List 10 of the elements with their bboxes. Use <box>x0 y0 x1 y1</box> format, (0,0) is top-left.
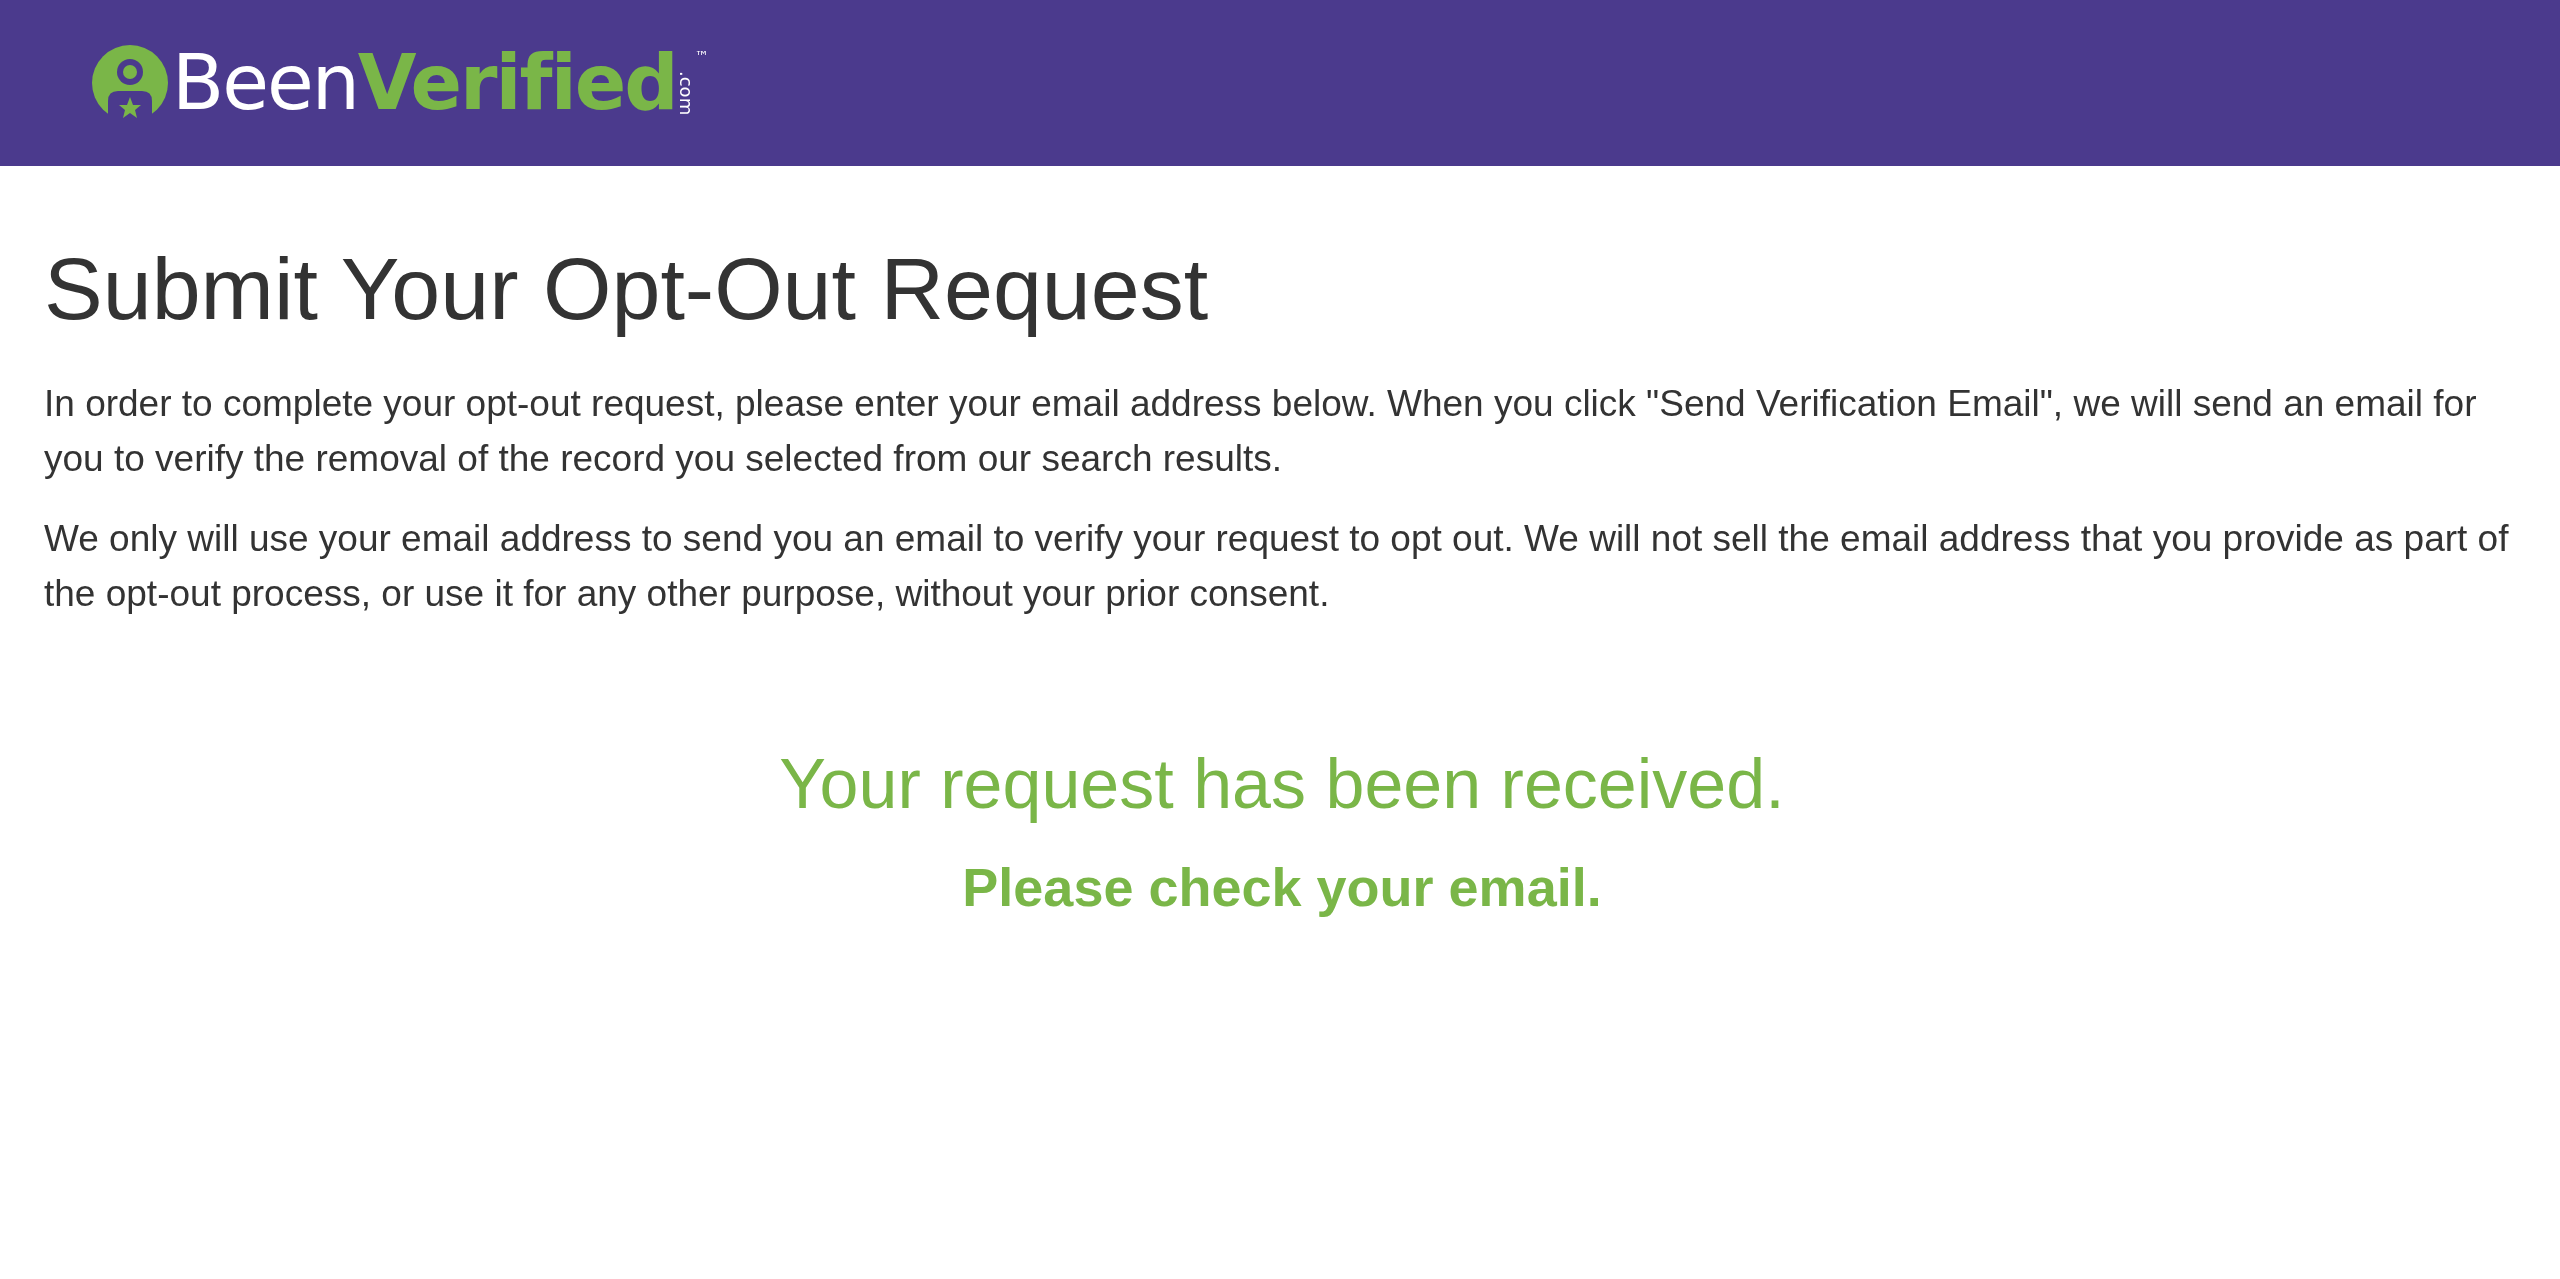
confirmation-instruction: Please check your email. <box>961 855 1603 919</box>
logo-link[interactable]: BeenVerified .com ™ <box>92 45 709 121</box>
logo-domain: .com <box>676 70 695 115</box>
logo-word: Been <box>172 45 358 121</box>
info-paragraph: We only will use your email address to send you an email to verify your request to opt out. We will not sell the email address that you provide as part of the opt-out process, or use it for any other purpose, without your prior consent. <box>44 516 2510 617</box>
page-title: Submit Your Opt-Out Request <box>44 238 1210 340</box>
confirmation-message: Your request has been received. <box>778 743 1786 825</box>
logo-word: Verified <box>357 45 677 121</box>
trademark-mark: ™ <box>694 49 709 63</box>
info-paragraph: In order to complete your opt-out request, please enter your email address below. When you click "Send Verification Email", we will send an email for you to verify the removal of the record you selected from our search results. <box>44 381 2478 482</box>
